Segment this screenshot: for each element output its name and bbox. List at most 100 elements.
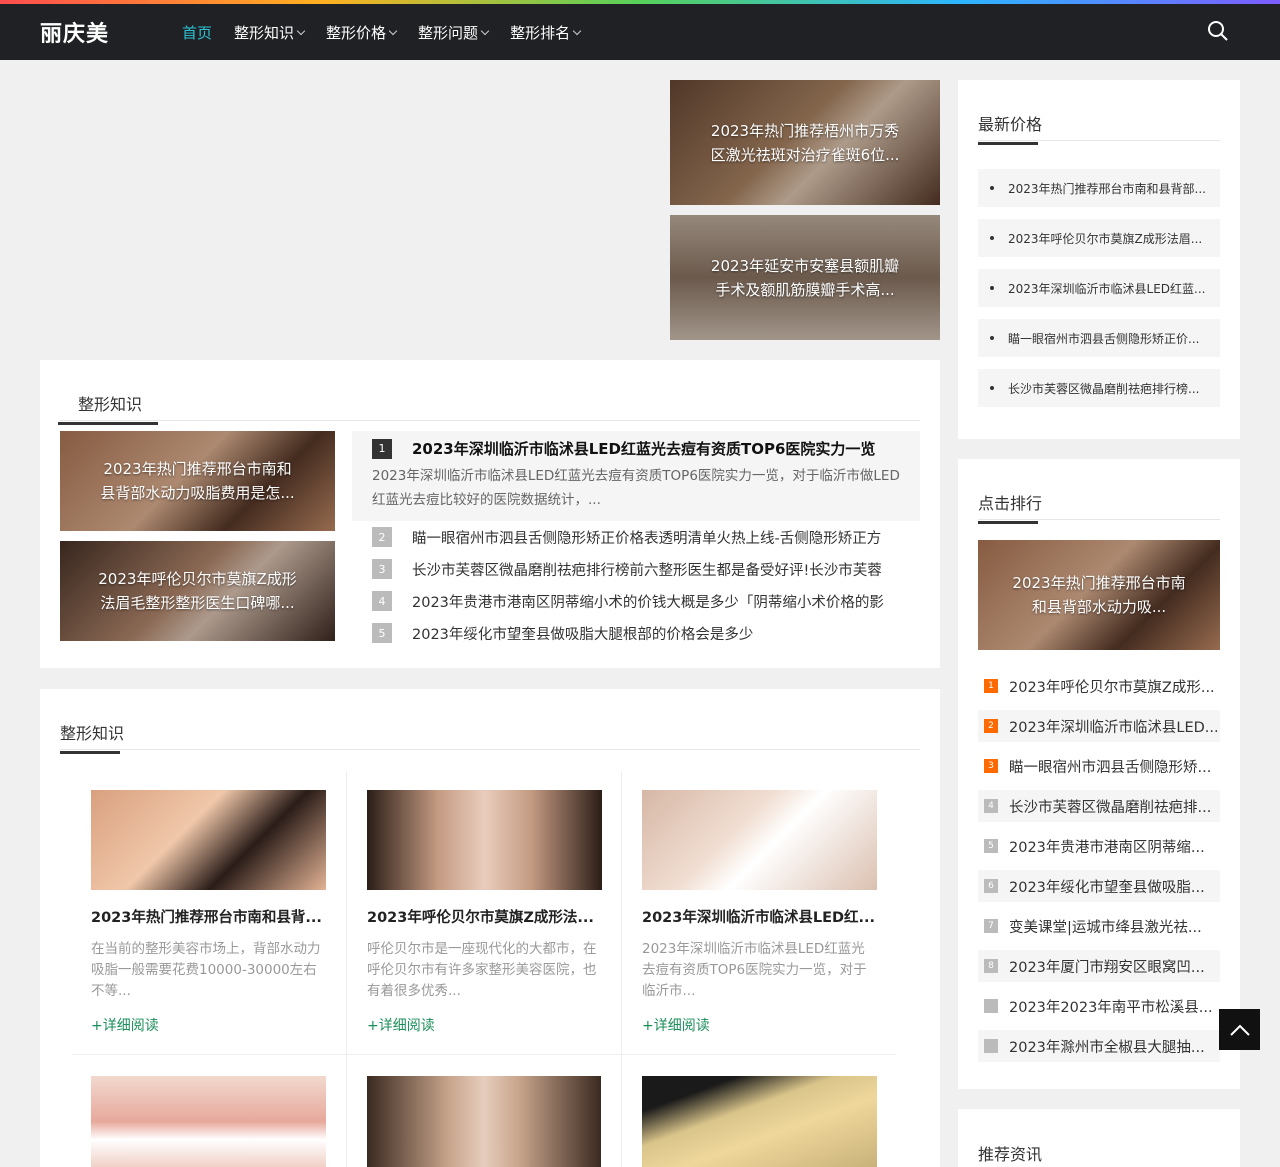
panel-title: 点击排行 (978, 490, 1042, 524)
list-item[interactable]: 2 瞄一眼宿州市泗县舌侧隐形矫正价格表透明清单火热上线-舌侧隐形矫正方 (352, 527, 920, 547)
rank-number: 7 (984, 919, 998, 933)
featured-title: 2023年延安市安塞县额肌瓣手术及额肌筋膜瓣手术高... (670, 215, 940, 340)
hot-rank-item[interactable]: 3 瞄一眼宿州市泗县舌侧隐形矫... (978, 750, 1220, 782)
hot-item-title: 2023年滁州市全椒县大腿抽... (1009, 1039, 1205, 1056)
read-more-link[interactable]: +详细阅读 (367, 1015, 603, 1035)
featured-title: 2023年热门推荐梧州市万秀区激光祛斑对治疗雀斑6位... (670, 80, 940, 205)
hot-item-title: 2023年深圳临沂市临沭县LED... (1009, 719, 1219, 736)
image-card-title: 2023年热门推荐邢台市南和县背部水动力吸... (978, 540, 1220, 650)
hot-rank-item[interactable]: 1 2023年呼伦贝尔市莫旗Z成形... (978, 670, 1220, 702)
price-list-item[interactable]: 2023年深圳临沂市临沭县LED红蓝... (978, 269, 1220, 307)
rank-number: 1 (372, 438, 392, 459)
image-card-title: 2023年呼伦贝尔市莫旗Z成形法眉毛整形整形医生口碑哪... (60, 541, 335, 641)
featured-card[interactable]: 2023年热门推荐梧州市万秀区激光祛斑对治疗雀斑6位... (670, 80, 940, 205)
hot-rank-item[interactable]: 4 长沙市芙蓉区微晶磨削祛疤排... (978, 790, 1220, 822)
list-item-title: 2023年绥化市望奎县做吸脂大腿根部的价格会是多少 (412, 626, 754, 643)
nav-item-price[interactable]: 整形价格 (326, 22, 398, 43)
price-list-item[interactable]: 长沙市芙蓉区微晶磨削祛疤排行榜... (978, 369, 1220, 407)
rank-number: 3 (372, 559, 392, 579)
knowledge-image-card[interactable]: 2023年呼伦贝尔市莫旗Z成形法眉毛整形整形医生口碑哪... (60, 541, 335, 641)
article-card[interactable]: 2023年呼伦贝尔市莫旗Z成形法... 呼伦贝尔市是一座现代化的大都市，在呼伦贝… (367, 790, 603, 1035)
rank-number (984, 999, 998, 1013)
article-image (91, 790, 326, 890)
article-title: 2023年热门推荐邢台市南和县背... (91, 910, 322, 926)
article-image (642, 790, 877, 890)
chevron-down-icon (480, 26, 490, 35)
rank-number: 5 (984, 839, 998, 853)
rank-title: 2023年深圳临沂市临沭县LED红蓝光去痘有资质TOP6医院实力一览 (412, 440, 876, 458)
main-menu: 首页 整形知识 整形价格 整形问题 整形排名 (182, 4, 602, 60)
price-list-item[interactable]: 瞄一眼宿州市泗县舌侧隐形矫正价... (978, 319, 1220, 357)
rank-number: 2 (984, 719, 998, 733)
rank-number: 2 (372, 527, 392, 547)
rank-number: 6 (984, 879, 998, 893)
rank-desc: 2023年深圳临沂市临沭县LED红蓝光去痘有资质TOP6医院实力一览，对于临沂市… (372, 468, 900, 508)
rank-number: 4 (372, 591, 392, 611)
list-item[interactable]: 5 2023年绥化市望奎县做吸脂大腿根部的价格会是多少 (352, 623, 920, 643)
article-card[interactable]: 2023年热门推荐邢台市南和县背... 在当前的整形美容市场上，背部水动力吸脂一… (91, 790, 327, 1035)
rank-number: 8 (984, 959, 998, 973)
rank-number: 5 (372, 623, 392, 643)
article-image[interactable] (642, 1076, 877, 1167)
rank-number: 1 (984, 679, 998, 693)
price-list-item[interactable]: 2023年热门推荐邢台市南和县背部... (978, 169, 1220, 207)
article-image (367, 790, 602, 890)
hot-item-title: 2023年绥化市望奎县做吸脂... (1009, 879, 1205, 896)
article-desc: 在当前的整形美容市场上，背部水动力吸脂一般需要花费10000-30000左右不等… (91, 941, 321, 999)
hot-rank-item[interactable]: 5 2023年贵港市港南区阴蒂缩... (978, 830, 1220, 862)
knowledge-image-card[interactable]: 2023年热门推荐邢台市南和县背部水动力吸脂费用是怎... (60, 431, 335, 531)
read-more-link[interactable]: +详细阅读 (91, 1015, 327, 1035)
article-title: 2023年呼伦贝尔市莫旗Z成形法... (367, 910, 594, 926)
hot-item-title: 2023年厦门市翔安区眼窝凹... (1009, 959, 1205, 976)
article-image[interactable] (91, 1076, 326, 1167)
list-item[interactable]: 3 长沙市芙蓉区微晶磨削祛疤排行榜前六整形医生都是备受好评!长沙市芙蓉 (352, 559, 920, 579)
article-card[interactable]: 2023年深圳临沂市临沭县LED红... 2023年深圳临沂市临沭县LED红蓝光… (642, 790, 878, 1035)
nav-item-home[interactable]: 首页 (182, 22, 212, 43)
hot-item-title: 2023年呼伦贝尔市莫旗Z成形... (1009, 679, 1215, 696)
panel-title: 推荐资讯 (978, 1145, 1043, 1164)
article-image[interactable] (367, 1076, 601, 1167)
hot-item-title: 变美课堂|运城市绛县激光祛... (1009, 919, 1202, 936)
hot-rank-item[interactable]: 2023年滁州市全椒县大腿抽... (978, 1030, 1220, 1062)
search-icon[interactable] (1206, 19, 1230, 43)
site-logo[interactable]: 丽庆美 (40, 16, 109, 48)
nav-item-ranking[interactable]: 整形排名 (510, 22, 582, 43)
price-item-title: 2023年热门推荐邢台市南和县背部... (1008, 181, 1206, 196)
list-item-title: 2023年贵港市港南区阴蒂缩小术的价钱大概是多少「阴蒂缩小术价格的影 (412, 594, 884, 611)
top-rank-item[interactable]: 1 2023年深圳临沂市临沭县LED红蓝光去痘有资质TOP6医院实力一览 202… (352, 431, 920, 521)
hot-item-title: 2023年2023年南平市松溪县... (1009, 999, 1213, 1016)
hot-item-title: 瞄一眼宿州市泗县舌侧隐形矫... (1009, 759, 1212, 776)
price-item-title: 长沙市芙蓉区微晶磨削祛疤排行榜... (1008, 381, 1200, 396)
panel-title: 最新价格 (978, 111, 1042, 145)
featured-card[interactable]: 2023年延安市安塞县额肌瓣手术及额肌筋膜瓣手术高... (670, 215, 940, 340)
hot-rank-image-card[interactable]: 2023年热门推荐邢台市南和县背部水动力吸... (978, 540, 1220, 650)
back-to-top-button[interactable] (1219, 1009, 1260, 1050)
list-item-title: 瞄一眼宿州市泗县舌侧隐形矫正价格表透明清单火热上线-舌侧隐形矫正方 (412, 530, 882, 547)
rank-number: 3 (984, 759, 998, 773)
price-item-title: 2023年深圳临沂市临沭县LED红蓝... (1008, 281, 1206, 296)
hot-rank-item[interactable]: 6 2023年绥化市望奎县做吸脂... (978, 870, 1220, 902)
recommend-panel: 推荐资讯 (958, 1109, 1240, 1167)
hot-rank-item[interactable]: 8 2023年厦门市翔安区眼窝凹... (978, 950, 1220, 982)
panel-title: 整形知识 (58, 391, 158, 425)
rank-number: 4 (984, 799, 998, 813)
list-item[interactable]: 4 2023年贵港市港南区阴蒂缩小术的价钱大概是多少「阴蒂缩小术价格的影 (352, 591, 920, 611)
chevron-down-icon (388, 26, 398, 35)
chevron-down-icon (572, 26, 582, 35)
price-list-item[interactable]: 2023年呼伦贝尔市莫旗Z成形法眉... (978, 219, 1220, 257)
chevron-down-icon (296, 26, 306, 35)
nav-item-knowledge[interactable]: 整形知识 (234, 22, 306, 43)
price-item-title: 瞄一眼宿州市泗县舌侧隐形矫正价... (1008, 331, 1200, 346)
hot-rank-item[interactable]: 2 2023年深圳临沂市临沭县LED... (978, 710, 1220, 742)
hot-rank-item[interactable]: 2023年2023年南平市松溪县... (978, 990, 1220, 1022)
hot-rank-item[interactable]: 7 变美课堂|运城市绛县激光祛... (978, 910, 1220, 942)
list-item-title: 长沙市芙蓉区微晶磨削祛疤排行榜前六整形医生都是备受好评!长沙市芙蓉 (412, 562, 882, 579)
read-more-link[interactable]: +详细阅读 (642, 1015, 878, 1035)
hot-item-title: 2023年贵港市港南区阴蒂缩... (1009, 839, 1205, 856)
rank-number (984, 1039, 998, 1053)
chevron-up-icon (1229, 1024, 1250, 1036)
article-title: 2023年深圳临沂市临沭县LED红... (642, 910, 876, 926)
article-desc: 2023年深圳临沂市临沭县LED红蓝光去痘有资质TOP6医院实力一览，对于临沂市… (642, 941, 867, 999)
nav-item-question[interactable]: 整形问题 (418, 22, 490, 43)
top-nav: 丽庆美 首页 整形知识 整形价格 整形问题 整形排名 (0, 4, 1280, 60)
